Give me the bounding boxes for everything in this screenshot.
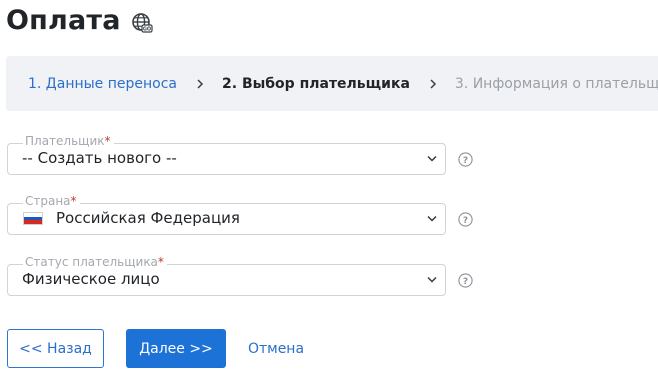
back-button[interactable]: << Назад <box>7 329 104 368</box>
step-payer-selection: 2. Выбор плательщика <box>222 75 410 92</box>
chevron-right-icon <box>428 78 438 89</box>
globe-language-icon[interactable]: GO <box>131 12 153 34</box>
chevron-down-icon <box>427 215 437 222</box>
cancel-button[interactable]: Отмена <box>240 329 312 368</box>
svg-text:GO: GO <box>142 26 150 32</box>
country-select[interactable]: Страна* Российская Федерация <box>7 194 446 235</box>
step-transfer-data[interactable]: 1. Данные переноса <box>28 76 177 92</box>
payer-status-select[interactable]: Статус плательщика* Физическое лицо <box>7 255 446 296</box>
payer-select[interactable]: Плательщик* -- Создать нового -- <box>7 134 446 175</box>
payer-value: -- Создать нового -- <box>22 149 177 167</box>
svg-text:?: ? <box>463 156 468 166</box>
page-header: Оплата GO <box>6 5 153 36</box>
checkout-steps: 1. Данные переноса 2. Выбор плательщика … <box>6 56 658 111</box>
help-icon[interactable]: ? <box>458 152 473 167</box>
country-value: Российская Федерация <box>56 209 240 227</box>
chevron-right-icon <box>195 78 205 89</box>
page-title: Оплата <box>6 5 121 36</box>
chevron-down-icon <box>427 276 437 283</box>
svg-text:?: ? <box>463 277 468 287</box>
help-icon[interactable]: ? <box>458 212 473 227</box>
next-button[interactable]: Далее >> <box>126 329 226 368</box>
help-icon[interactable]: ? <box>458 273 473 288</box>
step-payer-info: 3. Информация о плательщике <box>454 75 658 92</box>
payer-status-value: Физическое лицо <box>22 270 160 288</box>
russia-flag-icon <box>23 212 43 225</box>
chevron-down-icon <box>427 155 437 162</box>
svg-text:?: ? <box>463 216 468 226</box>
